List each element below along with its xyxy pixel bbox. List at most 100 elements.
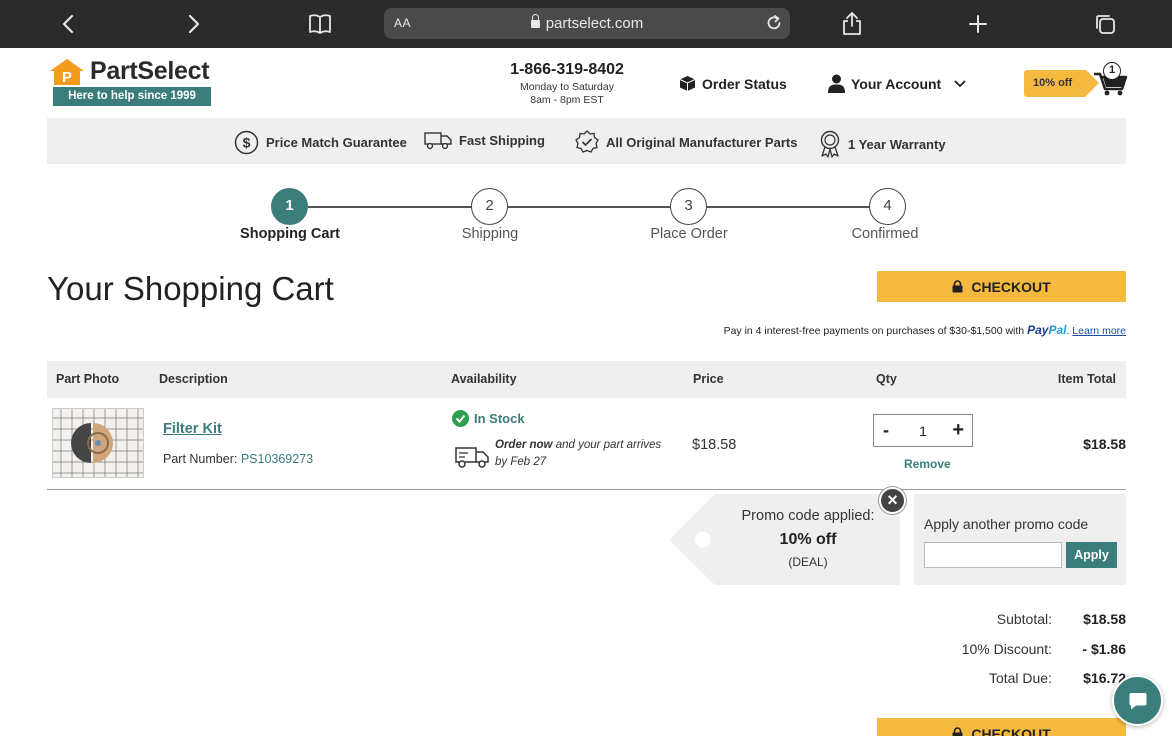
- step-1-label: Shopping Cart: [240, 226, 340, 242]
- ribbon-award-icon: [820, 130, 840, 158]
- benefit-label: Fast Shipping: [459, 132, 545, 148]
- col-description: Description: [159, 372, 228, 386]
- svg-text:$: $: [243, 135, 251, 151]
- promo-badge: 10% off: [1024, 70, 1099, 97]
- logo-tagline: Here to help since 1999: [53, 87, 211, 106]
- svg-text:P: P: [62, 69, 72, 86]
- quantity-stepper: - 1 +: [873, 414, 973, 447]
- step-connector: [707, 206, 870, 208]
- item-total: $18.58: [1083, 436, 1126, 452]
- promo-panel-title: Apply another promo code: [924, 516, 1089, 532]
- browser-toolbar: AA partselect.com: [0, 0, 1172, 48]
- step-4-circle: 4: [869, 188, 906, 225]
- box-icon: [679, 76, 696, 91]
- phone-number[interactable]: 1-866-319-8402: [490, 61, 644, 79]
- dollar-circle-icon: $: [234, 130, 259, 155]
- step-3-circle: 3: [670, 188, 707, 225]
- col-availability: Availability: [451, 372, 517, 386]
- checkout-button-bottom[interactable]: CHECKOUT: [877, 718, 1126, 736]
- step-4-label: Confirmed: [851, 226, 919, 242]
- paypal-financing-note: Pay in 4 interest-free payments on purch…: [723, 323, 1126, 337]
- step-2-label: Shipping: [461, 226, 519, 242]
- truck-icon: [424, 132, 452, 150]
- item-name-link[interactable]: Filter Kit: [163, 421, 222, 437]
- logo-house-icon[interactable]: P: [49, 58, 85, 86]
- remove-item-link[interactable]: Remove: [904, 457, 951, 471]
- part-photo[interactable]: [52, 408, 144, 478]
- cart-table-header: Part Photo Description Availability Pric…: [47, 361, 1126, 398]
- part-number-label: Part Number:: [163, 452, 241, 466]
- arrival-text: and your part arrives: [552, 439, 662, 451]
- account-menu[interactable]: Your Account: [828, 74, 967, 93]
- benefits-bar: $ Price Match Guarantee Fast Shipping Al…: [47, 118, 1126, 164]
- col-qty: Qty: [876, 372, 897, 386]
- col-price: Price: [693, 372, 724, 386]
- lock-icon: [530, 14, 540, 28]
- arrival-date: by Feb 27: [495, 456, 547, 468]
- page-title: Your Shopping Cart: [47, 270, 334, 307]
- benefit-original-parts: All Original Manufacturer Parts: [575, 130, 797, 154]
- chat-button[interactable]: [1112, 675, 1163, 726]
- new-tab-icon[interactable]: [968, 14, 988, 34]
- verified-badge-icon: [575, 130, 599, 153]
- paypal-learn-more-link[interactable]: Learn more: [1072, 325, 1126, 337]
- item-price: $18.58: [692, 437, 737, 453]
- discount-value: - $1.86: [1082, 641, 1126, 657]
- row-divider: [47, 489, 1126, 490]
- paypal-logo: Pay: [1027, 323, 1049, 337]
- col-item-total: Item Total: [1057, 372, 1116, 386]
- tabs-icon[interactable]: [1093, 12, 1117, 36]
- order-status-link[interactable]: Order Status: [679, 75, 787, 92]
- col-part-photo: Part Photo: [56, 372, 120, 386]
- url-text: partselect.com: [545, 15, 644, 32]
- benefit-price-match: $ Price Match Guarantee: [234, 130, 407, 155]
- check-circle-icon: [452, 410, 469, 427]
- step-1-circle: 1: [271, 188, 308, 225]
- step-connector: [308, 206, 472, 208]
- share-icon[interactable]: [842, 11, 862, 36]
- part-number-value: PS10369273: [240, 452, 314, 466]
- promo-code-input[interactable]: [924, 542, 1062, 568]
- promo-code-panel: Apply another promo code Apply: [914, 494, 1126, 585]
- apply-promo-button[interactable]: Apply: [1066, 542, 1117, 568]
- logo-text[interactable]: PartSelect: [90, 57, 210, 86]
- user-icon: [828, 74, 845, 93]
- total-due-label: Total Due:: [988, 670, 1052, 686]
- benefit-label: All Original Manufacturer Parts: [606, 134, 798, 150]
- step-3-label: Place Order: [650, 226, 728, 242]
- part-number: Part Number: PS10369273: [163, 452, 313, 466]
- benefit-label: 1 Year Warranty: [848, 136, 946, 152]
- promo-applied-label: Promo code applied:: [741, 508, 875, 524]
- checkout-label: CHECKOUT: [971, 725, 1051, 736]
- order-status-label: Order Status: [702, 75, 787, 92]
- address-bar[interactable]: AA partselect.com: [384, 8, 790, 39]
- checkout-button[interactable]: CHECKOUT: [877, 271, 1126, 302]
- order-now-text: Order now: [495, 439, 553, 451]
- reload-icon[interactable]: [765, 14, 783, 32]
- lock-icon: [952, 280, 963, 293]
- benefit-warranty: 1 Year Warranty: [819, 130, 946, 158]
- arrival-line-1: Order now and your part arrives: [495, 439, 661, 451]
- remove-promo-close-icon[interactable]: ×: [879, 487, 906, 514]
- bookmarks-icon[interactable]: [308, 13, 332, 35]
- account-label: Your Account: [851, 75, 942, 92]
- promo-discount: 10% off: [779, 531, 837, 548]
- benefit-label: Price Match Guarantee: [266, 135, 407, 150]
- step-2-circle: 2: [471, 188, 508, 225]
- hours-days: Monday to Saturday: [520, 81, 614, 93]
- benefit-fast-shipping: Fast Shipping: [424, 130, 545, 150]
- stock-label: In Stock: [474, 411, 525, 426]
- paypal-logo-2: Pal: [1048, 323, 1067, 337]
- chevron-down-icon: [954, 79, 966, 87]
- discount-label: 10% Discount:: [961, 641, 1052, 657]
- subtotal-label: Subtotal:: [996, 611, 1052, 627]
- lock-icon: [952, 727, 963, 736]
- hours-time: 8am - 8pm EST: [530, 94, 604, 106]
- forward-icon[interactable]: [186, 14, 202, 34]
- chat-bubble-icon: [1129, 693, 1147, 710]
- promo-code: (DEAL): [788, 555, 828, 569]
- back-icon[interactable]: [60, 14, 76, 34]
- qty-increase-button[interactable]: +: [952, 419, 964, 442]
- subtotal-value: $18.58: [1083, 611, 1126, 627]
- stock-status: In Stock: [452, 410, 525, 427]
